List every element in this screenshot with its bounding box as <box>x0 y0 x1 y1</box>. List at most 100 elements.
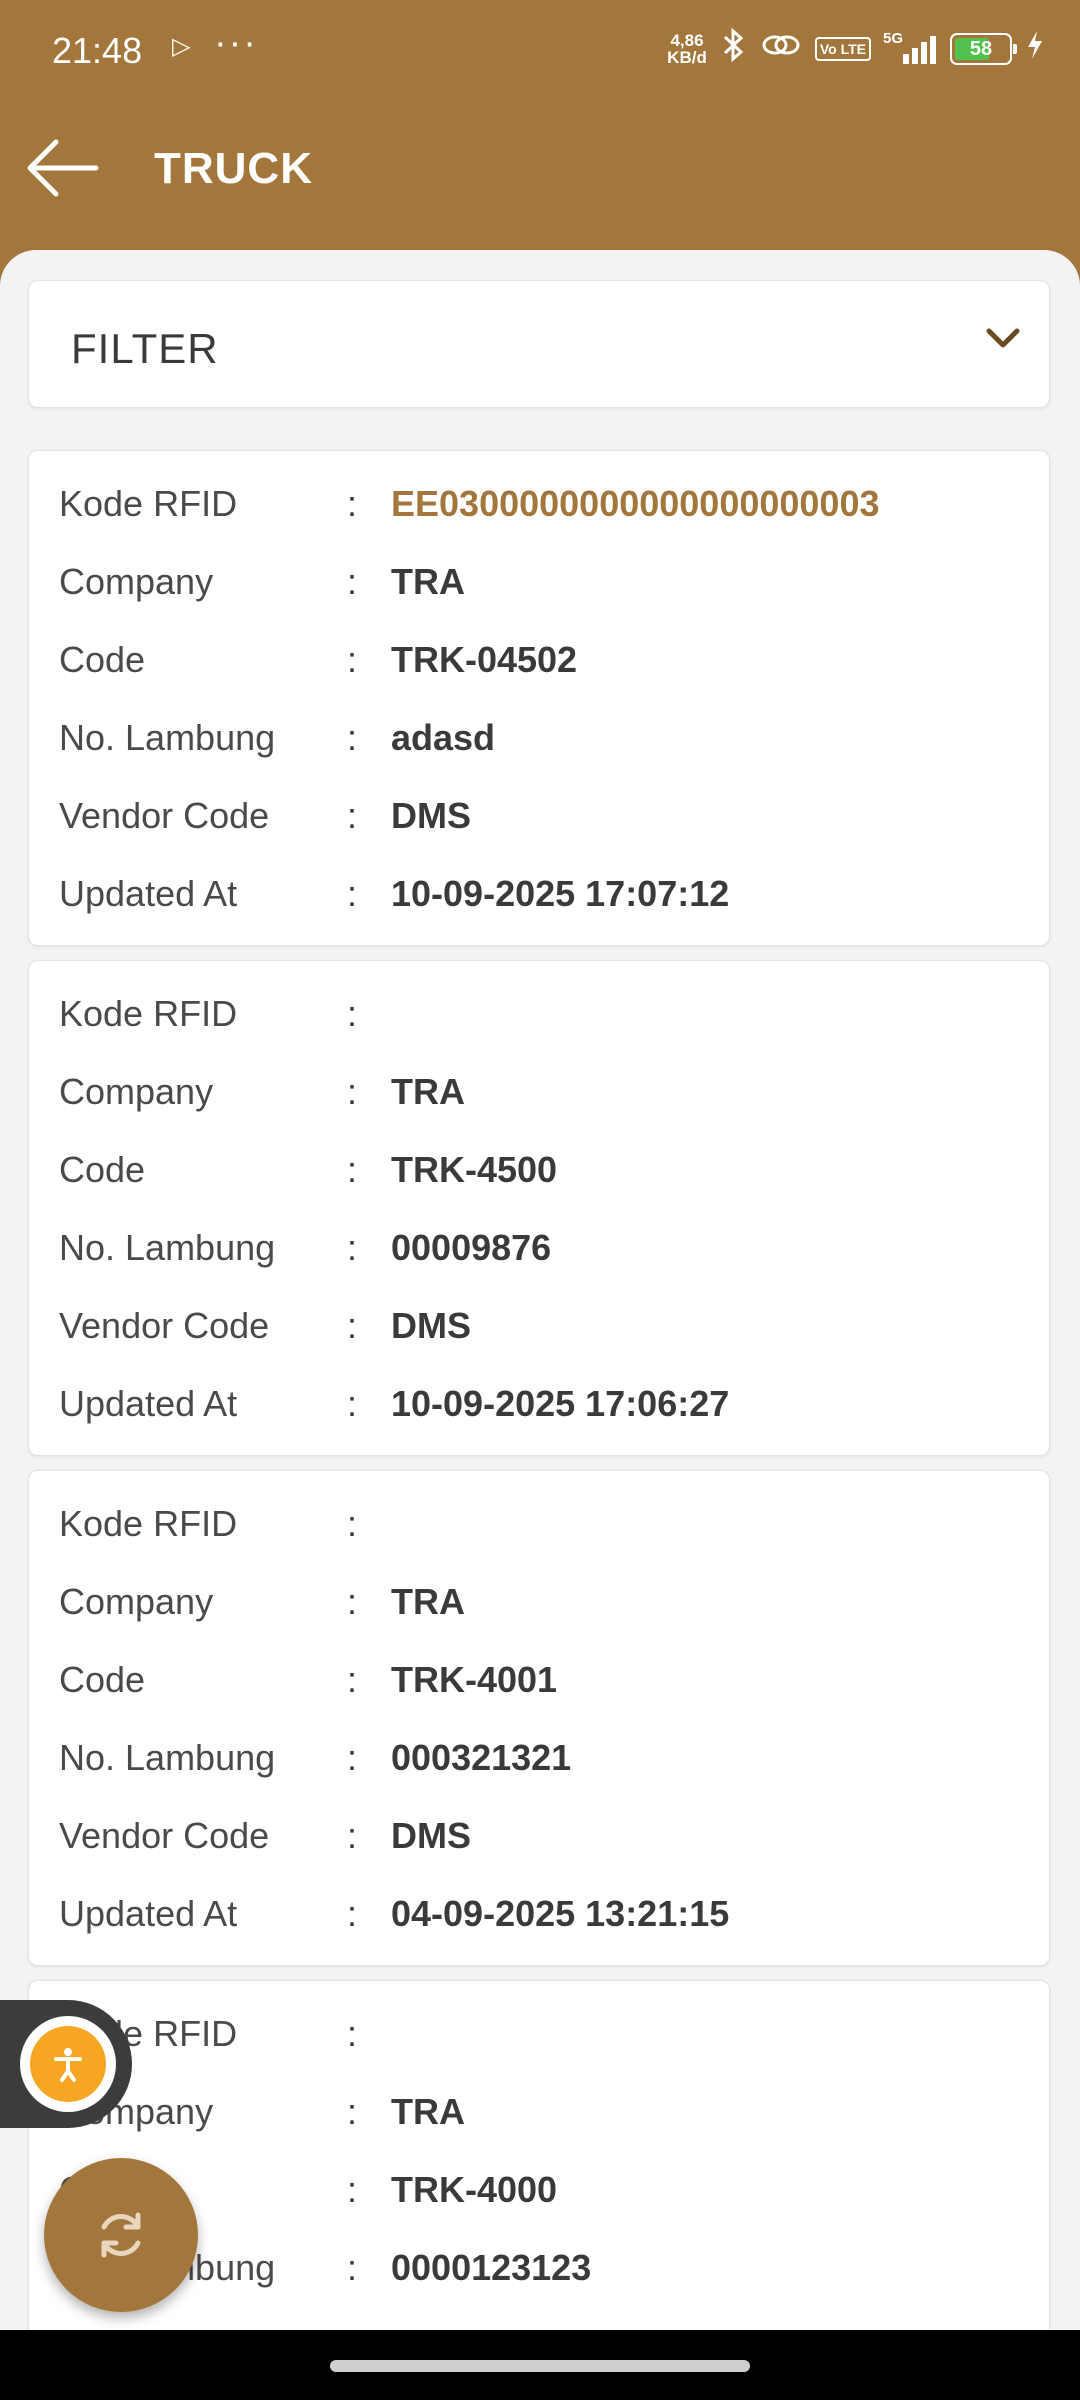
volte-badge: Vo LTE <box>814 37 871 61</box>
signal-icon: 5G <box>883 30 936 64</box>
status-bar: 21:48 ▷ ··· 4,86 KB/d Vo LTE 5G 58 <box>0 0 1080 100</box>
separator: : <box>347 1737 358 1778</box>
system-nav-bar <box>0 2330 1080 2400</box>
page-title: TRUCK <box>154 144 313 193</box>
lambung-label: No. Lambung <box>59 1227 276 1268</box>
code-label: Code <box>59 1149 146 1190</box>
accessibility-button[interactable] <box>20 2016 116 2112</box>
separator: : <box>347 1383 358 1424</box>
updated-row: Updated At : 10-09-2025 17:06:27 <box>29 1373 1049 1433</box>
separator: : <box>347 639 358 680</box>
separator: : <box>347 1071 358 1112</box>
vendor-label: Vendor Code <box>59 1305 270 1346</box>
updated-row: Updated At : 04-09-2025 13:21:15 <box>29 1883 1049 1943</box>
network-speed: 4,86 KB/d <box>667 32 707 66</box>
code-value: TRK-4001 <box>391 1659 558 1700</box>
battery-icon: 58 <box>950 33 1017 65</box>
app-bar: TRUCK <box>0 100 1080 250</box>
chevron-down-icon <box>986 328 1020 348</box>
separator: : <box>347 1305 358 1346</box>
company-label: Company <box>59 1581 214 1622</box>
code-label: Code <box>59 1659 146 1700</box>
bluetooth-icon <box>721 27 747 70</box>
separator: : <box>347 1659 358 1700</box>
code-row: Code : TRK-04502 <box>29 629 1049 689</box>
vendor-label: Vendor Code <box>59 1815 270 1856</box>
company-row: Company : TRA <box>29 1061 1049 1121</box>
company-row: Company : TRA <box>29 2081 1049 2141</box>
company-value: TRA <box>391 1581 465 1622</box>
separator: : <box>347 2013 358 2054</box>
separator: : <box>347 1815 358 1856</box>
separator: : <box>347 795 358 836</box>
battery-level: 58 <box>969 37 993 60</box>
accessibility-fab[interactable] <box>0 2000 132 2128</box>
separator: : <box>347 2247 358 2288</box>
vendor-value: DMS <box>391 1815 471 1856</box>
speed-unit: KB/d <box>667 48 707 67</box>
truck-card[interactable]: Kode RFID : Company : TRA Code : TRK-450… <box>28 960 1050 1456</box>
filter-label: FILTER <box>71 325 219 372</box>
link-icon <box>761 30 801 68</box>
code-value: TRK-04502 <box>391 639 578 680</box>
status-time: 21:48 <box>52 30 143 71</box>
truck-card[interactable]: Kode RFID : EE0300000000000000000003 Com… <box>28 450 1050 946</box>
code-row: Code : TRK-4500 <box>29 1139 1049 1199</box>
updated-label: Updated At <box>59 873 238 914</box>
speed-value: 4,86 <box>670 31 704 50</box>
separator: : <box>347 1503 358 1544</box>
lambung-row: No. Lambung : 000321321 <box>29 1727 1049 1787</box>
separator: : <box>347 2091 358 2132</box>
vendor-value: DMS <box>391 1305 471 1346</box>
separator: : <box>347 873 358 914</box>
rfid-row: Kode RFID : EE0300000000000000000003 <box>29 473 1049 533</box>
company-row: Company : TRA <box>29 1571 1049 1631</box>
lambung-value: 00009876 <box>391 1227 552 1268</box>
rfid-row: Kode RFID : <box>29 2003 1049 2063</box>
vendor-row: Vendor Code : DMS <box>29 1805 1049 1865</box>
truck-list-container[interactable]: FILTER Kode RFID : EE0300000000000000000… <box>0 250 1080 2330</box>
network-type: 5G <box>883 30 904 47</box>
lambung-row: No. Lambung : adasd <box>29 707 1049 767</box>
filter-panel[interactable]: FILTER <box>28 280 1050 408</box>
company-label: Company <box>59 1071 214 1112</box>
code-row: Code : TRK-4001 <box>29 1649 1049 1709</box>
code-label: Code <box>59 639 146 680</box>
truck-card[interactable]: Kode RFID : Company : TRA Code : TRK-400… <box>28 1470 1050 1966</box>
home-gesture-handle[interactable] <box>330 2360 750 2372</box>
updated-label: Updated At <box>59 1893 238 1934</box>
code-value: TRK-4000 <box>391 2169 558 2210</box>
company-value: TRA <box>391 2091 465 2132</box>
refresh-button[interactable] <box>44 2158 198 2312</box>
rfid-value: EE0300000000000000000003 <box>391 483 880 524</box>
vendor-label: Vendor Code <box>59 795 270 836</box>
lambung-label: No. Lambung <box>59 717 276 758</box>
back-button[interactable] <box>22 136 102 200</box>
separator: : <box>347 1149 358 1190</box>
rfid-label: Kode RFID <box>59 993 238 1034</box>
rfid-row: Kode RFID : <box>29 983 1049 1043</box>
company-value: TRA <box>391 561 465 602</box>
vendor-value: DMS <box>391 795 471 836</box>
lambung-label: No. Lambung <box>59 1737 276 1778</box>
lambung-value: 0000123123 <box>391 2247 592 2288</box>
lambung-row: No. Lambung : 00009876 <box>29 1217 1049 1277</box>
vendor-row: Vendor Code : DMS <box>29 785 1049 845</box>
rfid-label: Kode RFID <box>59 483 238 524</box>
arrow-left-icon <box>27 139 99 197</box>
separator: : <box>347 483 358 524</box>
more-dots-icon: ··· <box>214 22 258 64</box>
updated-value: 10-09-2025 17:07:12 <box>391 873 730 914</box>
separator: : <box>347 561 358 602</box>
rfid-label: Kode RFID <box>59 1503 238 1544</box>
separator: : <box>347 1227 358 1268</box>
rfid-row: Kode RFID : <box>29 1493 1049 1553</box>
separator: : <box>347 1581 358 1622</box>
company-label: Company <box>59 561 214 602</box>
lambung-value: adasd <box>391 717 496 758</box>
lambung-value: 000321321 <box>391 1737 572 1778</box>
refresh-icon <box>101 2212 141 2258</box>
charging-icon <box>1026 30 1044 68</box>
updated-value: 04-09-2025 13:21:15 <box>391 1893 730 1934</box>
vendor-row: Vendor Code : DMS <box>29 1295 1049 1355</box>
